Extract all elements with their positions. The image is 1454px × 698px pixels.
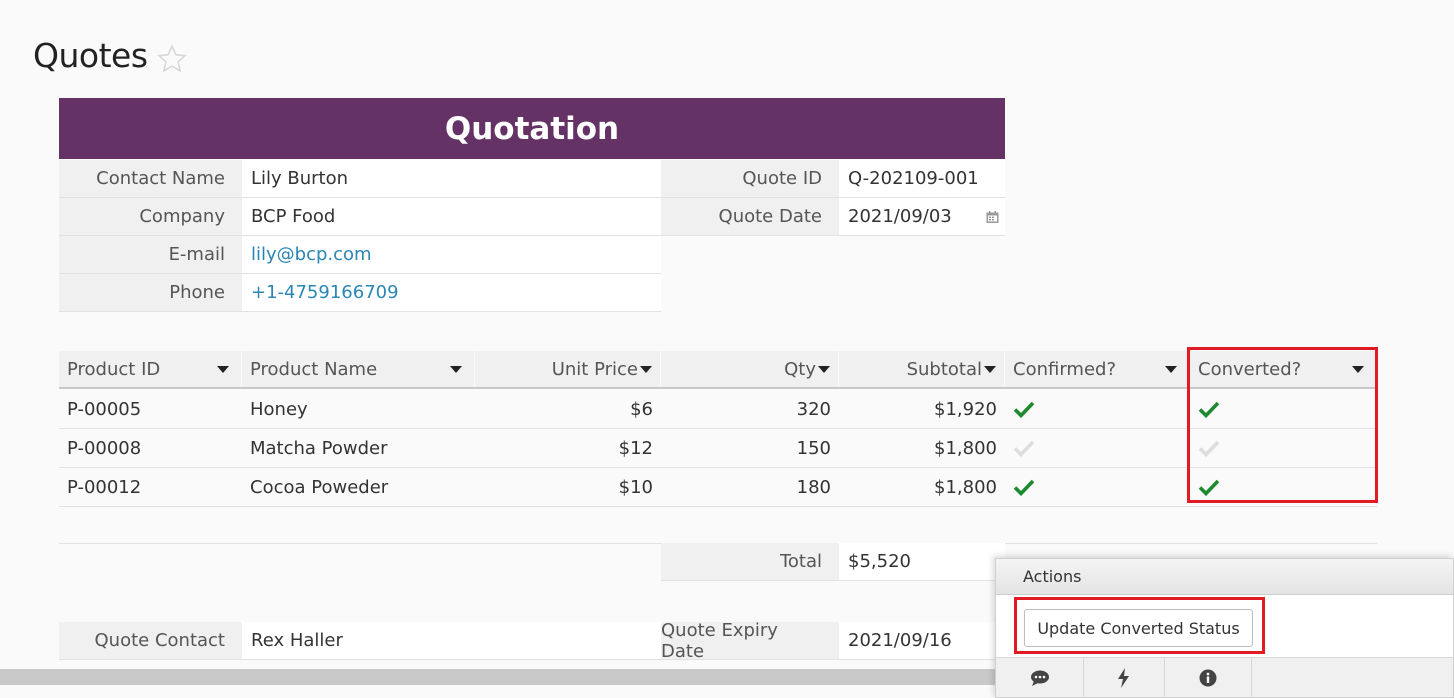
quote-contact-label: Quote Contact [59,622,242,660]
quote-id-label: Quote ID [661,160,839,198]
chevron-down-icon[interactable] [640,366,652,373]
cell-product-id[interactable]: P-00005 [59,390,242,428]
cell-product-name[interactable]: Cocoa Poweder [242,468,475,506]
comment-icon [1030,670,1049,686]
total-label: Total [661,543,839,581]
column-label: Unit Price [551,358,638,380]
chevron-down-icon[interactable] [984,366,996,373]
column-header-qty[interactable]: Qty [661,351,839,387]
column-header-confirmed[interactable]: Confirmed? [1005,351,1190,387]
quote-date-cell[interactable]: 2021/09/03 [839,198,1005,236]
actions-title: Actions [1023,567,1082,586]
column-label: Qty [784,358,816,380]
update-converted-status-button[interactable]: Update Converted Status [1024,609,1253,647]
quote-id-value[interactable]: Q-202109-001 [839,160,1005,198]
favorite-star-icon[interactable] [156,43,188,75]
email-label: E-mail [59,236,242,274]
company-field: Company BCP Food [59,198,661,236]
info-icon [1199,669,1217,686]
quotation-banner: Quotation [59,98,1005,159]
cell-product-name[interactable]: Matcha Powder [242,429,475,467]
column-label: Product Name [250,358,378,380]
phone-label: Phone [59,274,242,312]
cell-confirmed[interactable] [1005,429,1190,467]
phone-field: Phone +1-4759166709 [59,274,661,312]
chevron-down-icon[interactable] [1165,366,1177,373]
converted-column-highlight [1187,347,1378,503]
chevron-down-icon[interactable] [217,366,229,373]
cell-unit-price[interactable]: $6 [475,390,661,428]
quote-contact-field: Quote Contact Rex Haller [59,622,661,660]
total-value: $5,520 [839,543,1005,581]
checkmark-icon[interactable] [1013,400,1035,418]
column-header-product-id[interactable]: Product ID [59,351,242,387]
chevron-down-icon[interactable] [818,366,830,373]
cell-product-id[interactable]: P-00008 [59,429,242,467]
actions-footer [996,657,1453,697]
banner-title: Quotation [444,110,620,147]
quote-date-value: 2021/09/03 [848,206,952,227]
quote-expiry-cell[interactable]: 2021/09/16 [839,622,1005,660]
column-header-subtotal[interactable]: Subtotal [839,351,1005,387]
column-header-product-name[interactable]: Product Name [242,351,475,387]
cell-confirmed[interactable] [1005,390,1190,428]
table-row[interactable]: P-00012 Cocoa Poweder $10 180 $1,800 [59,468,1377,507]
calendar-icon[interactable] [986,210,999,223]
quote-id-field: Quote ID Q-202109-001 [661,160,1005,198]
quote-date-label: Quote Date [661,198,839,236]
cell-product-name[interactable]: Honey [242,390,475,428]
contact-name-label: Contact Name [59,160,242,198]
total-field: Total $5,520 [661,543,1005,581]
cell-qty[interactable]: 150 [661,429,839,467]
contact-name-field: Contact Name Lily Burton [59,160,661,198]
actions-header: Actions [996,559,1453,595]
quote-expiry-value: 2021/09/16 [848,630,952,651]
cell-qty[interactable]: 320 [661,390,839,428]
actions-panel: Actions Update Converted Status [995,558,1454,698]
page-title: Quotes [33,36,148,75]
phone-link[interactable]: +1-4759166709 [242,274,661,312]
comment-button[interactable] [996,658,1084,697]
column-label: Product ID [67,358,161,380]
email-field: E-mail lily@bcp.com [59,236,661,274]
cell-unit-price[interactable]: $10 [475,468,661,506]
quote-contact-value[interactable]: Rex Haller [242,622,661,660]
cell-unit-price[interactable]: $12 [475,429,661,467]
quote-date-field: Quote Date 2021/09/03 [661,198,1005,236]
quote-expiry-label: Quote Expiry Date [661,620,839,662]
checkmark-icon[interactable] [1013,478,1035,496]
cell-subtotal[interactable]: $1,800 [839,468,1005,506]
column-label: Confirmed? [1013,358,1116,380]
column-label: Subtotal [906,358,982,380]
contact-name-value[interactable]: Lily Burton [242,160,661,198]
cell-subtotal[interactable]: $1,800 [839,429,1005,467]
table-row[interactable]: P-00005 Honey $6 320 $1,920 [59,390,1377,429]
cell-confirmed[interactable] [1005,468,1190,506]
horizontal-scrollbar[interactable] [0,669,995,685]
cell-subtotal[interactable]: $1,920 [839,390,1005,428]
info-button[interactable] [1165,658,1252,697]
cell-qty[interactable]: 180 [661,468,839,506]
cell-product-id[interactable]: P-00012 [59,468,242,506]
automation-button[interactable] [1084,658,1165,697]
company-value[interactable]: BCP Food [242,198,661,236]
quote-expiry-field: Quote Expiry Date 2021/09/16 [661,620,1005,662]
company-label: Company [59,198,242,236]
product-grid-header: Product ID Product Name Unit Price Qty S… [59,351,1377,389]
checkmark-icon[interactable] [1013,439,1035,457]
column-header-unit-price[interactable]: Unit Price [475,351,661,387]
email-link[interactable]: lily@bcp.com [242,236,661,274]
table-row[interactable]: P-00008 Matcha Powder $12 150 $1,800 [59,429,1377,468]
bolt-icon [1118,667,1129,688]
chevron-down-icon[interactable] [450,366,462,373]
